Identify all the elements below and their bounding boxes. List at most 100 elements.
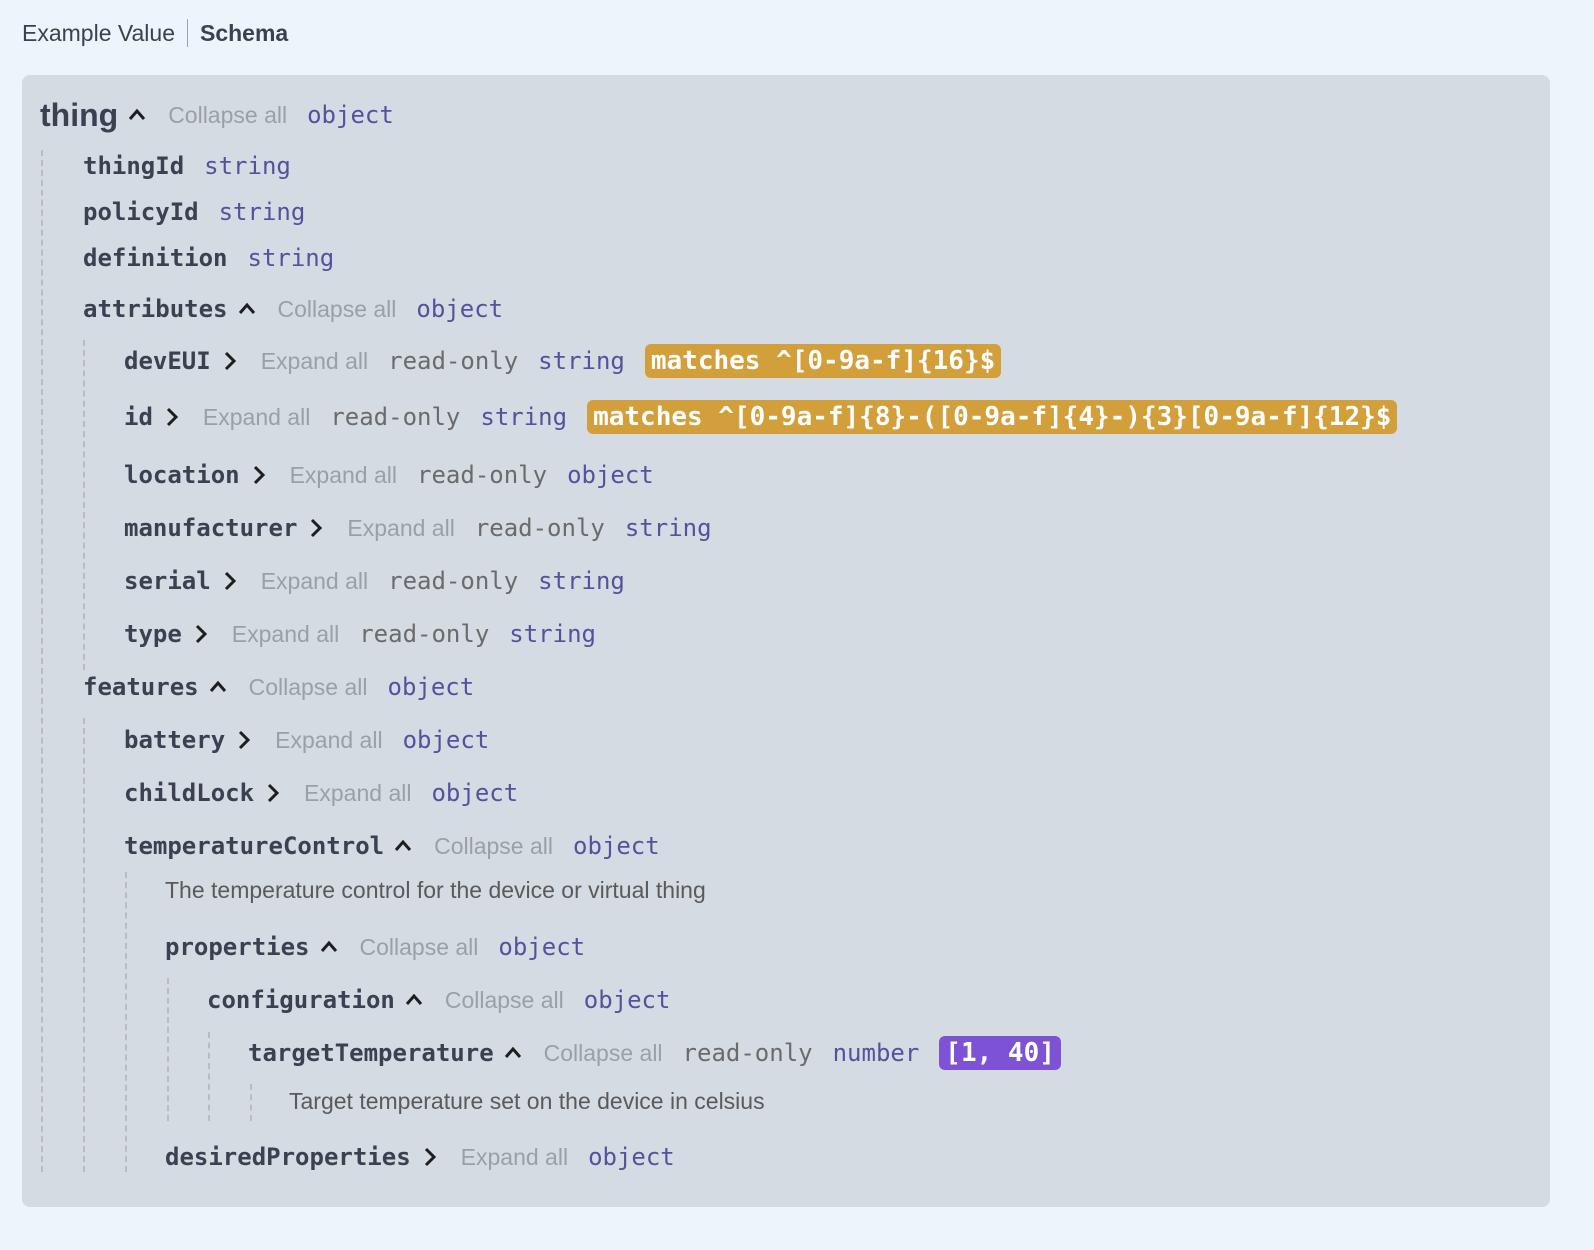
schema-row-attributes: attributes Collapse all object xyxy=(83,291,503,327)
property-name: manufacturer xyxy=(124,514,298,542)
range-badge: [1, 40] xyxy=(939,1036,1061,1070)
property-type: string xyxy=(538,347,625,375)
expand-all-button[interactable]: Expand all xyxy=(290,462,397,489)
tab-example-value[interactable]: Example Value xyxy=(22,20,175,47)
property-name: battery xyxy=(124,726,226,754)
property-name: targetTemperature xyxy=(248,1039,494,1067)
expand-all-button[interactable]: Expand all xyxy=(261,348,368,375)
property-description: Target temperature set on the device in … xyxy=(289,1088,765,1114)
property-name: id xyxy=(124,403,153,431)
chevron-up-icon[interactable] xyxy=(504,1042,522,1064)
model-tabs: Example Value Schema xyxy=(22,18,288,48)
chevron-right-icon[interactable] xyxy=(307,517,325,539)
expand-all-button[interactable]: Expand all xyxy=(203,404,310,431)
property-type: object xyxy=(416,295,504,323)
property-name: attributes xyxy=(83,295,228,323)
property-type: object xyxy=(307,101,394,129)
chevron-up-icon[interactable] xyxy=(320,936,338,958)
property-type: object xyxy=(588,1143,675,1171)
property-type: string xyxy=(218,198,306,226)
property-type: object xyxy=(431,779,519,807)
pattern-badge: matches ^[0-9a-f]{8}-([0-9a-f]{4}-){3}[0… xyxy=(587,400,1398,434)
property-type: number xyxy=(832,1039,920,1067)
chevron-right-icon[interactable] xyxy=(192,623,210,645)
guide-line-temperature-control xyxy=(125,872,127,1172)
guide-line-attributes xyxy=(83,340,85,670)
collapse-all-button[interactable]: Collapse all xyxy=(434,833,553,860)
read-only-label: read-only xyxy=(388,567,519,595)
chevron-right-icon[interactable] xyxy=(250,464,268,486)
tab-schema[interactable]: Schema xyxy=(200,20,288,47)
chevron-right-icon[interactable] xyxy=(421,1146,439,1168)
property-type: object xyxy=(402,726,490,754)
schema-row-type: type Expand all read-only string xyxy=(124,616,596,652)
schema-row-temperatureControl: temperatureControl Collapse all object xyxy=(124,828,660,864)
expand-all-button[interactable]: Expand all xyxy=(304,780,411,807)
property-name: desiredProperties xyxy=(165,1143,411,1171)
schema-row-devEUI: devEUI Expand all read-only string match… xyxy=(124,343,1002,379)
property-name: temperatureControl xyxy=(124,832,385,860)
collapse-all-button[interactable]: Collapse all xyxy=(168,102,287,129)
property-type: string xyxy=(204,152,291,180)
property-type: string xyxy=(509,620,596,648)
read-only-label: read-only xyxy=(417,461,548,489)
expand-all-button[interactable]: Expand all xyxy=(275,727,382,754)
collapse-all-button[interactable]: Collapse all xyxy=(544,1040,663,1067)
collapse-all-button[interactable]: Collapse all xyxy=(278,296,397,323)
read-only-label: read-only xyxy=(682,1039,813,1067)
expand-all-button[interactable]: Expand all xyxy=(232,621,339,648)
pattern-badge: matches ^[0-9a-f]{16}$ xyxy=(644,344,1002,378)
schema-row-thing: thing Collapse all object xyxy=(40,97,394,133)
read-only-label: read-only xyxy=(359,620,490,648)
tab-divider xyxy=(187,19,188,47)
schema-row-desiredProperties: desiredProperties Expand all object xyxy=(165,1139,675,1175)
property-name: features xyxy=(83,673,199,701)
property-type: object xyxy=(583,986,671,1014)
expand-all-button[interactable]: Expand all xyxy=(261,568,368,595)
property-name: thing xyxy=(40,96,119,133)
property-name: location xyxy=(124,461,240,489)
property-type: string xyxy=(480,403,568,431)
chevron-right-icon[interactable] xyxy=(221,570,239,592)
schema-row-childLock: childLock Expand all object xyxy=(124,775,518,811)
expand-all-button[interactable]: Expand all xyxy=(347,515,454,542)
chevron-up-icon[interactable] xyxy=(394,835,412,857)
property-name: type xyxy=(124,620,182,648)
schema-row-manufacturer: manufacturer Expand all read-only string xyxy=(124,510,712,546)
chevron-up-icon[interactable] xyxy=(128,104,146,126)
property-name: configuration xyxy=(207,986,395,1014)
property-type: object xyxy=(498,933,586,961)
schema-row-id: id Expand all read-only string matches ^… xyxy=(124,399,1398,435)
property-name: serial xyxy=(124,567,211,595)
chevron-right-icon[interactable] xyxy=(221,350,239,372)
schema-row-properties: properties Collapse all object xyxy=(165,929,585,965)
schema-row-thingId: thingId string xyxy=(83,148,291,184)
chevron-up-icon[interactable] xyxy=(405,989,423,1011)
chevron-right-icon[interactable] xyxy=(264,782,282,804)
property-name: policyId xyxy=(83,198,199,226)
collapse-all-button[interactable]: Collapse all xyxy=(445,987,564,1014)
property-type: object xyxy=(573,832,660,860)
schema-row-definition: definition string xyxy=(83,240,334,276)
schema-row-policyId: policyId string xyxy=(83,194,305,230)
property-name: definition xyxy=(83,244,228,272)
collapse-all-button[interactable]: Collapse all xyxy=(249,674,368,701)
expand-all-button[interactable]: Expand all xyxy=(461,1144,568,1171)
property-type: string xyxy=(624,514,712,542)
chevron-right-icon[interactable] xyxy=(235,729,253,751)
read-only-label: read-only xyxy=(388,347,519,375)
property-type: string xyxy=(538,567,625,595)
guide-line-properties xyxy=(167,978,169,1121)
schema-row-location: location Expand all read-only object xyxy=(124,457,654,493)
collapse-all-button[interactable]: Collapse all xyxy=(360,934,479,961)
chevron-up-icon[interactable] xyxy=(238,298,256,320)
chevron-right-icon[interactable] xyxy=(163,406,181,428)
property-name: thingId xyxy=(83,152,185,180)
chevron-up-icon[interactable] xyxy=(209,676,227,698)
guide-line-root xyxy=(41,150,43,1172)
property-name: properties xyxy=(165,933,310,961)
schema-row-targetTemperature: targetTemperature Collapse all read-only… xyxy=(248,1035,1061,1071)
property-type: object xyxy=(387,673,475,701)
guide-line-features xyxy=(83,718,85,1172)
schema-panel: thing Collapse all object thingId string… xyxy=(22,75,1550,1207)
